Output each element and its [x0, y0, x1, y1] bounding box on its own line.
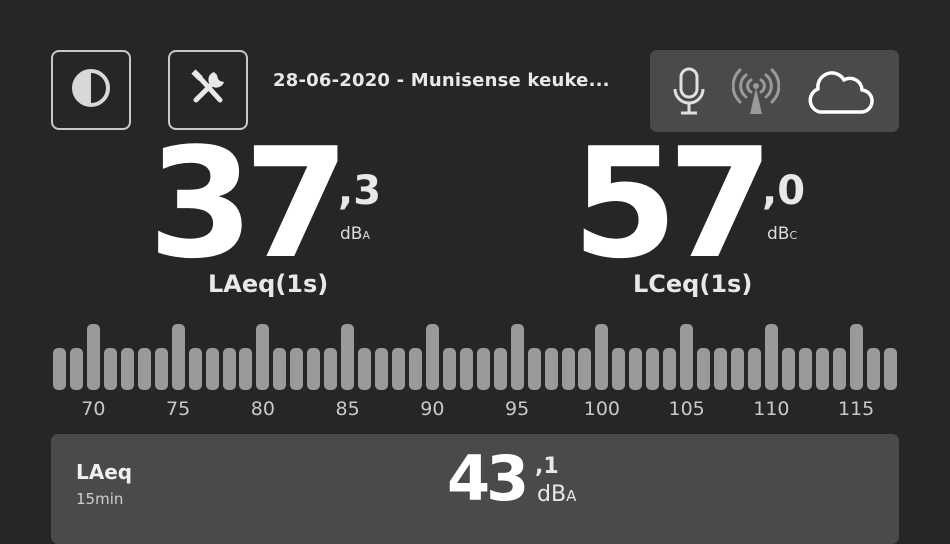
meter-tick-label: 90	[420, 398, 445, 420]
meter-minor-bar	[154, 348, 168, 390]
lceq-1s-label: LCeq(1s)	[633, 270, 753, 298]
meter-minor-bar	[561, 348, 575, 390]
antenna-icon	[732, 67, 780, 117]
meter-minor-bar	[663, 348, 677, 390]
meter-tick-label: 105	[668, 398, 705, 420]
meter-tick-label: 80	[250, 398, 275, 420]
unit-main: dB	[767, 224, 790, 244]
meter-minor-bar	[747, 348, 761, 390]
meter-tick-label: 95	[505, 398, 530, 420]
contrast-icon	[70, 67, 112, 113]
meter-minor-bar	[103, 348, 117, 390]
summary-period: 15min	[76, 490, 124, 508]
unit-main: dB	[340, 224, 363, 244]
meter-minor-bar	[697, 348, 711, 390]
meter-minor-bar	[883, 348, 897, 390]
meter-minor-bar	[408, 348, 422, 390]
cloud-icon	[804, 68, 876, 118]
unit-weighting: A	[362, 229, 370, 242]
meter-tick-label: 110	[753, 398, 790, 420]
meter-major-bar	[341, 324, 355, 390]
meter-minor-bar	[307, 348, 321, 390]
lceq-1s-unit: dBC	[767, 224, 797, 244]
unit-weighting: A	[566, 487, 577, 505]
unit-weighting: C	[789, 229, 798, 242]
laeq-1s-decimal: ,3	[338, 168, 382, 214]
laeq-1s-label: LAeq(1s)	[208, 270, 329, 298]
meter-minor-bar	[578, 348, 592, 390]
meter-minor-bar	[646, 348, 660, 390]
meter-minor-bar	[273, 348, 287, 390]
meter-minor-bar	[544, 348, 558, 390]
meter-minor-bar	[239, 348, 253, 390]
meter-minor-bar	[442, 348, 456, 390]
meter-minor-bar	[324, 348, 338, 390]
meter-minor-bar	[188, 348, 202, 390]
meter-major-bar	[764, 324, 778, 390]
summary-decimal: ,1	[535, 454, 559, 479]
meter-minor-bar	[798, 348, 812, 390]
laeq-1s-unit: dBA	[340, 224, 370, 244]
meter-minor-bar	[459, 348, 473, 390]
level-meter	[0, 320, 950, 420]
lceq-1s-decimal: ,0	[762, 168, 806, 214]
meter-major-bar	[510, 324, 524, 390]
meter-major-bar	[86, 324, 100, 390]
meter-minor-bar	[629, 348, 643, 390]
session-title[interactable]: 28-06-2020 - Munisense keuke...	[273, 70, 618, 91]
meter-minor-bar	[493, 348, 507, 390]
microphone-icon	[672, 67, 706, 117]
meter-major-bar	[256, 324, 270, 390]
meter-tick-label: 75	[166, 398, 191, 420]
meter-minor-bar	[392, 348, 405, 390]
meter-minor-bar	[781, 348, 795, 390]
meter-tick-label: 100	[583, 398, 621, 420]
unit-main: dB	[537, 482, 567, 507]
meter-minor-bar	[137, 348, 151, 390]
meter-major-bar	[171, 324, 185, 390]
meter-minor-bar	[53, 348, 66, 390]
summary-integer: 43	[447, 442, 529, 515]
meter-minor-bar	[714, 348, 728, 390]
meter-major-bar	[425, 324, 439, 390]
summary-label: LAeq	[76, 460, 133, 484]
meter-minor-bar	[120, 348, 134, 390]
meter-minor-bar	[815, 348, 829, 390]
meter-minor-bar	[612, 348, 626, 390]
meter-minor-bar	[375, 348, 389, 390]
meter-minor-bar	[476, 348, 490, 390]
meter-minor-bar	[527, 348, 541, 390]
meter-major-bar	[849, 324, 863, 390]
contrast-button[interactable]	[51, 50, 131, 130]
meter-major-bar	[680, 324, 694, 390]
meter-major-bar	[595, 324, 609, 390]
meter-minor-bar	[832, 348, 846, 390]
meter-tick-label: 70	[81, 398, 106, 420]
tools-icon	[186, 66, 230, 114]
meter-minor-bar	[358, 348, 372, 390]
meter-tick-label: 115	[838, 398, 875, 420]
laeq-15min-panel[interactable]: LAeq 15min 43 ,1 dBA	[51, 434, 899, 544]
summary-unit: dBA	[537, 482, 576, 507]
meter-minor-bar	[731, 348, 744, 390]
meter-minor-bar	[222, 348, 236, 390]
meter-minor-bar	[290, 348, 304, 390]
lceq-1s-integer: 57	[572, 115, 774, 292]
meter-minor-bar	[69, 348, 83, 390]
laeq-1s-integer: 37	[148, 115, 350, 292]
meter-tick-label: 85	[335, 398, 360, 420]
meter-minor-bar	[866, 348, 880, 390]
meter-minor-bar	[205, 348, 219, 390]
